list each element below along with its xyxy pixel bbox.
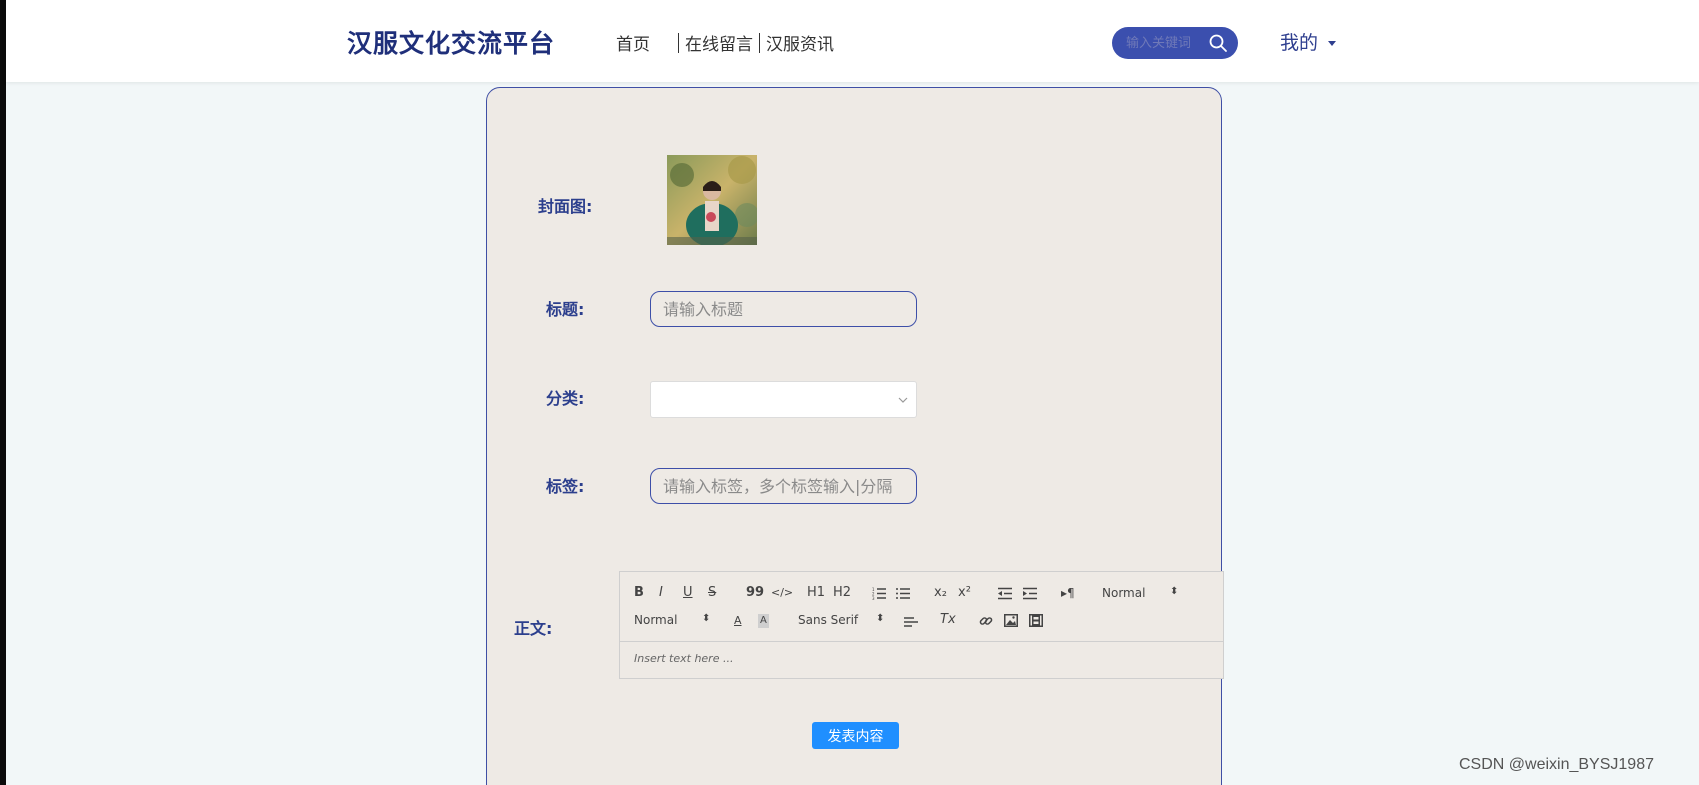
search-icon[interactable] (1208, 33, 1228, 53)
underline-button[interactable]: U (683, 586, 693, 600)
nav-item-message[interactable]: 在线留言 (685, 30, 753, 55)
font-select[interactable]: Sans Serif ⬍ (798, 613, 888, 627)
blockquote-button[interactable]: 99 (746, 586, 764, 600)
select-arrows-icon: ⬍ (702, 613, 711, 624)
nav-item-news[interactable]: 汉服资讯 (766, 30, 834, 55)
text-color-icon[interactable]: A (734, 614, 742, 628)
ordered-list-icon[interactable]: 1 2 3 (872, 587, 886, 600)
image-icon[interactable] (1004, 614, 1018, 627)
nav-divider (678, 32, 679, 53)
select-arrows-icon: ⬍ (1170, 586, 1179, 597)
title-input[interactable] (650, 291, 917, 327)
publish-button[interactable]: 发表内容 (812, 722, 899, 749)
video-icon[interactable] (1029, 614, 1043, 627)
select-arrows-icon: ⬍ (876, 613, 885, 624)
main-nav: 首页 在线留言 汉服资讯 (616, 30, 834, 55)
editor-toolbar: B I U S 99 </> H1 H2 1 2 3 x₂ x² ▸¶ Norm… (620, 572, 1223, 642)
outdent-icon[interactable] (998, 587, 1012, 600)
content-label: 正文: (514, 619, 553, 638)
svg-text:3: 3 (872, 596, 875, 600)
cover-label: 封面图: (538, 197, 593, 216)
watermark: CSDN @weixin_BYSJ1987 (1459, 756, 1654, 773)
header-select[interactable]: Normal ⬍ (1102, 586, 1182, 600)
nav-item-home[interactable]: 首页 (616, 30, 650, 55)
title-label: 标题: (546, 300, 585, 319)
rich-text-editor: B I U S 99 </> H1 H2 1 2 3 x₂ x² ▸¶ Norm… (619, 571, 1224, 679)
search-box (1112, 27, 1238, 59)
page: 汉服文化交流平台 首页 在线留言 汉服资讯 我的 封面图: (0, 0, 1699, 785)
strike-button[interactable]: S (708, 586, 716, 600)
italic-button[interactable]: I (659, 586, 663, 600)
top-navbar: 汉服文化交流平台 首页 在线留言 汉服资讯 我的 (6, 0, 1699, 82)
indent-icon[interactable] (1023, 587, 1037, 600)
user-menu[interactable]: 我的 (1280, 28, 1337, 55)
cover-image[interactable] (667, 155, 757, 245)
text-direction-icon[interactable]: ▸¶ (1061, 586, 1075, 600)
subscript-button[interactable]: x₂ (934, 586, 947, 600)
bold-button[interactable]: B (634, 586, 644, 600)
post-form: 封面图: 标题: 请输入标题 分类: 标签: 请输入标签，多个标签输入|分隔 正… (486, 87, 1224, 785)
align-icon[interactable] (904, 616, 918, 628)
category-label: 分类: (546, 389, 585, 408)
caret-down-icon (1328, 40, 1337, 46)
clear-format-button[interactable]: Tx (940, 613, 956, 627)
cover-photo-icon (667, 155, 757, 245)
header2-button[interactable]: H2 (833, 586, 851, 600)
editor-content-area[interactable]: Insert text here ... (620, 642, 1223, 675)
bullet-list-icon[interactable] (896, 587, 910, 600)
size-select[interactable]: Normal ⬍ (634, 613, 714, 627)
superscript-button[interactable]: x² (958, 586, 971, 600)
link-icon[interactable] (979, 614, 993, 628)
tags-input[interactable] (650, 468, 917, 504)
nav-divider (759, 32, 760, 53)
search-input[interactable] (1124, 34, 1210, 52)
user-menu-label: 我的 (1280, 32, 1319, 54)
tags-label: 标签: (546, 477, 585, 496)
chevron-down-icon (898, 397, 908, 403)
category-select[interactable] (650, 381, 917, 418)
window-edge (0, 0, 6, 785)
code-block-button[interactable]: </> (771, 586, 793, 600)
header1-button[interactable]: H1 (807, 586, 825, 600)
site-title[interactable]: 汉服文化交流平台 (347, 24, 555, 60)
background-color-icon[interactable]: A (758, 614, 769, 628)
